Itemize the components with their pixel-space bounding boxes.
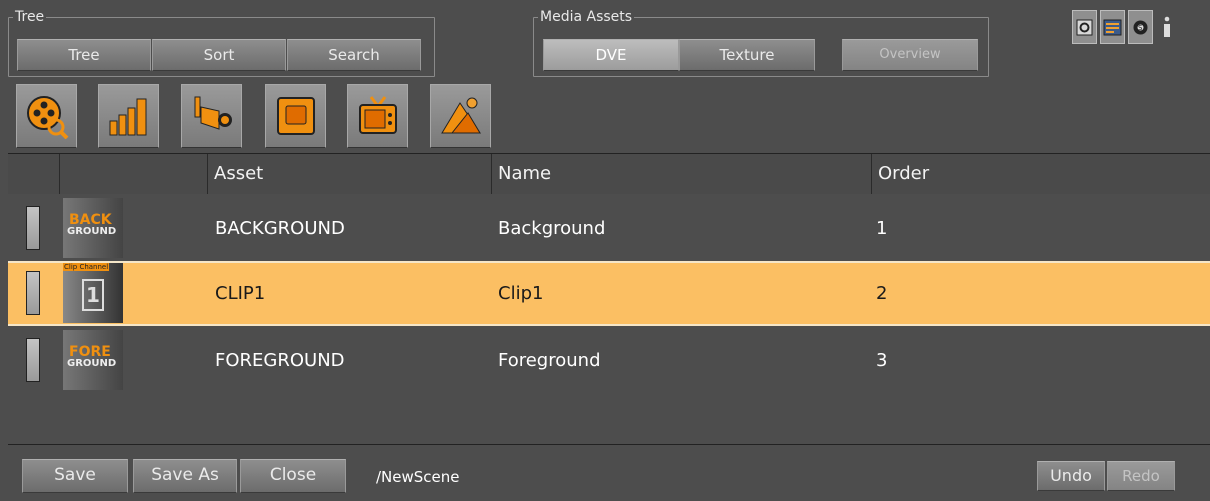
thumbnail-label-bottom: 1 [82, 279, 104, 311]
bar-chart-icon[interactable] [98, 84, 159, 148]
info-icon[interactable] [1156, 10, 1178, 44]
thumbnail-label-bottom: GROUND [67, 358, 117, 369]
name-cell: Clip1 [498, 283, 544, 304]
settings-icon[interactable] [1072, 10, 1097, 44]
asset-cell: BACKGROUND [215, 218, 345, 239]
scene-path: /NewScene [376, 468, 460, 486]
asset-cell: CLIP1 [215, 283, 266, 304]
save-as-button[interactable]: Save As [133, 459, 237, 493]
clip-channel-thumbnail: Clip Channel 1 [63, 263, 123, 323]
tv-icon[interactable] [347, 84, 408, 148]
media-assets-title: Media Assets [538, 9, 635, 25]
thumbnail-label-bottom: GROUND [67, 226, 117, 237]
table-row[interactable]: FORE GROUND FOREGROUND Foreground 3 [8, 328, 1210, 393]
order-cell: 2 [876, 283, 888, 304]
tree-group-title: Tree [13, 9, 47, 25]
sort-button[interactable]: Sort [152, 39, 286, 71]
row-select-checkbox[interactable] [26, 206, 40, 250]
film-reel-icon[interactable] [16, 84, 77, 148]
frame-icon[interactable] [265, 84, 326, 148]
thumbnail-label-top: Clip Channel [63, 263, 110, 271]
table-row[interactable]: BACK GROUND BACKGROUND Background 1 [8, 196, 1210, 261]
row-select-checkbox[interactable] [26, 271, 40, 315]
name-cell: Background [498, 218, 606, 239]
order-cell: 3 [876, 350, 888, 371]
tree-button[interactable]: Tree [17, 39, 151, 71]
image-icon[interactable] [430, 84, 491, 148]
column-header-name[interactable]: Name [492, 154, 872, 194]
order-cell: 1 [876, 218, 888, 239]
column-header-thumbnail [60, 154, 208, 194]
search-button[interactable]: Search [287, 39, 421, 71]
column-header-asset[interactable]: Asset [208, 154, 492, 194]
column-header-order[interactable]: Order [872, 154, 1210, 194]
table-row[interactable]: Clip Channel 1 CLIP1 Clip1 2 [8, 261, 1210, 326]
layout-icon[interactable] [1100, 10, 1125, 44]
dve-button[interactable]: DVE [543, 39, 679, 71]
redo-button[interactable]: Redo [1107, 461, 1175, 491]
name-cell: Foreground [498, 350, 601, 371]
asset-table: Asset Name Order BACK GROUND BACKGROUND … [8, 153, 1210, 445]
close-button[interactable]: Close [240, 459, 346, 493]
background-thumbnail: BACK GROUND [63, 198, 123, 258]
asset-cell: FOREGROUND [215, 350, 345, 371]
foreground-thumbnail: FORE GROUND [63, 330, 123, 390]
spotlight-icon[interactable] [181, 84, 242, 148]
overview-button[interactable]: Overview [842, 39, 978, 71]
texture-button[interactable]: Texture [679, 39, 815, 71]
undo-button[interactable]: Undo [1037, 461, 1105, 491]
save-button[interactable]: Save [22, 459, 128, 493]
column-header-select [8, 154, 60, 194]
row-select-checkbox[interactable] [26, 338, 40, 382]
script-icon[interactable]: S [1128, 10, 1153, 44]
svg-text:S: S [1138, 24, 1143, 32]
